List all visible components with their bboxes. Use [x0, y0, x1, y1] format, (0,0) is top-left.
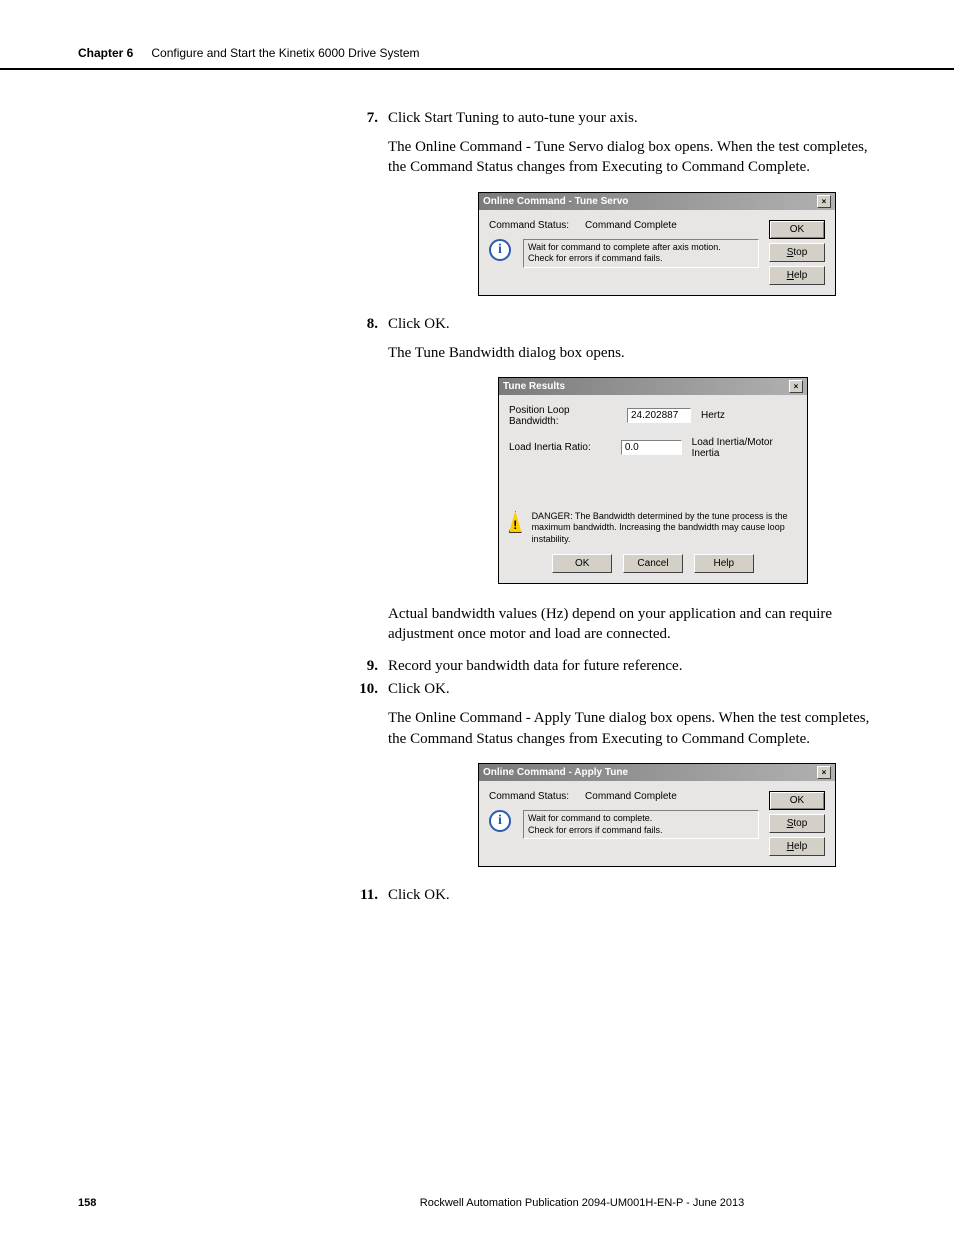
apply-tune-dialog: Online Command - Apply Tune × Command St… [478, 763, 836, 867]
page-header: Chapter 6 Configure and Start the Kineti… [0, 0, 954, 70]
step-10: 10. Click OK. [78, 681, 876, 698]
dialog-title: Tune Results [503, 381, 565, 392]
step-9: 9. Record your bandwidth data for future… [78, 658, 876, 675]
ok-button[interactable]: OK [769, 220, 825, 239]
info-text: Wait for command to complete after axis … [523, 239, 759, 268]
stop-button[interactable]: Stop [769, 814, 825, 833]
cancel-button[interactable]: Cancel [623, 554, 683, 573]
position-bandwidth-unit: Hertz [701, 410, 725, 421]
tune-servo-dialog: Online Command - Tune Servo × Command St… [478, 192, 836, 296]
position-bandwidth-input[interactable]: 24.202887 [627, 408, 691, 423]
step-number: 10. [78, 681, 378, 698]
step-number: 9. [78, 658, 378, 675]
chapter-label: Chapter 6 [78, 46, 133, 60]
step-8: 8. Click OK. [78, 316, 876, 333]
paragraph: Actual bandwidth values (Hz) depend on y… [388, 604, 876, 645]
step-number: 7. [78, 110, 378, 127]
dialog-title: Online Command - Apply Tune [483, 767, 628, 778]
publication-info: Rockwell Automation Publication 2094-UM0… [288, 1197, 876, 1209]
status-label: Command Status: [489, 220, 569, 231]
dialog-titlebar: Online Command - Tune Servo × [479, 193, 835, 210]
load-inertia-unit: Load Inertia/Motor Inertia [692, 437, 797, 459]
ok-button[interactable]: OK [769, 791, 825, 810]
step-number: 11. [78, 887, 378, 904]
page-content: 7. Click Start Tuning to auto-tune your … [0, 70, 954, 904]
step-11: 11. Click OK. [78, 887, 876, 904]
step-text: Click Start Tuning to auto-tune your axi… [388, 110, 876, 127]
page-footer: 158 Rockwell Automation Publication 2094… [78, 1197, 876, 1209]
status-value: Command Complete [585, 791, 677, 802]
help-button[interactable]: Help [769, 266, 825, 285]
step-text: Click OK. [388, 681, 876, 698]
step-text: Click OK. [388, 887, 876, 904]
status-value: Command Complete [585, 220, 677, 231]
load-inertia-label: Load Inertia Ratio: [509, 442, 611, 453]
step-text: Click OK. [388, 316, 876, 333]
tune-results-dialog: Tune Results × Position Loop Bandwidth: … [498, 377, 808, 584]
chapter-title: Configure and Start the Kinetix 6000 Dri… [151, 46, 419, 60]
help-button[interactable]: Help [769, 837, 825, 856]
page-number: 158 [78, 1197, 288, 1209]
stop-button[interactable]: Stop [769, 243, 825, 262]
step-7: 7. Click Start Tuning to auto-tune your … [78, 110, 876, 127]
dialog-titlebar: Tune Results × [499, 378, 807, 395]
close-icon[interactable]: × [817, 195, 831, 208]
close-icon[interactable]: × [817, 766, 831, 779]
help-button[interactable]: Help [694, 554, 754, 573]
step-text: Record your bandwidth data for future re… [388, 658, 876, 675]
ok-button[interactable]: OK [552, 554, 612, 573]
warning-icon: ! [509, 511, 522, 533]
paragraph: The Online Command - Tune Servo dialog b… [388, 137, 876, 178]
status-label: Command Status: [489, 791, 569, 802]
close-icon[interactable]: × [789, 380, 803, 393]
dialog-body: Position Loop Bandwidth: 24.202887 Hertz… [499, 395, 807, 583]
dialog-titlebar: Online Command - Apply Tune × [479, 764, 835, 781]
position-bandwidth-label: Position Loop Bandwidth: [509, 405, 617, 427]
dialog-title: Online Command - Tune Servo [483, 196, 628, 207]
info-icon: i [489, 810, 517, 838]
paragraph: The Tune Bandwidth dialog box opens. [388, 343, 876, 363]
dialog-body: Command Status: Command Complete i Wait … [479, 210, 835, 295]
danger-text: DANGER: The Bandwidth determined by the … [532, 511, 797, 546]
info-icon: i [489, 239, 517, 267]
dialog-body: Command Status: Command Complete i Wait … [479, 781, 835, 866]
paragraph: The Online Command - Apply Tune dialog b… [388, 708, 876, 749]
load-inertia-input[interactable]: 0.0 [621, 440, 682, 455]
step-number: 8. [78, 316, 378, 333]
info-text: Wait for command to complete. Check for … [523, 810, 759, 839]
